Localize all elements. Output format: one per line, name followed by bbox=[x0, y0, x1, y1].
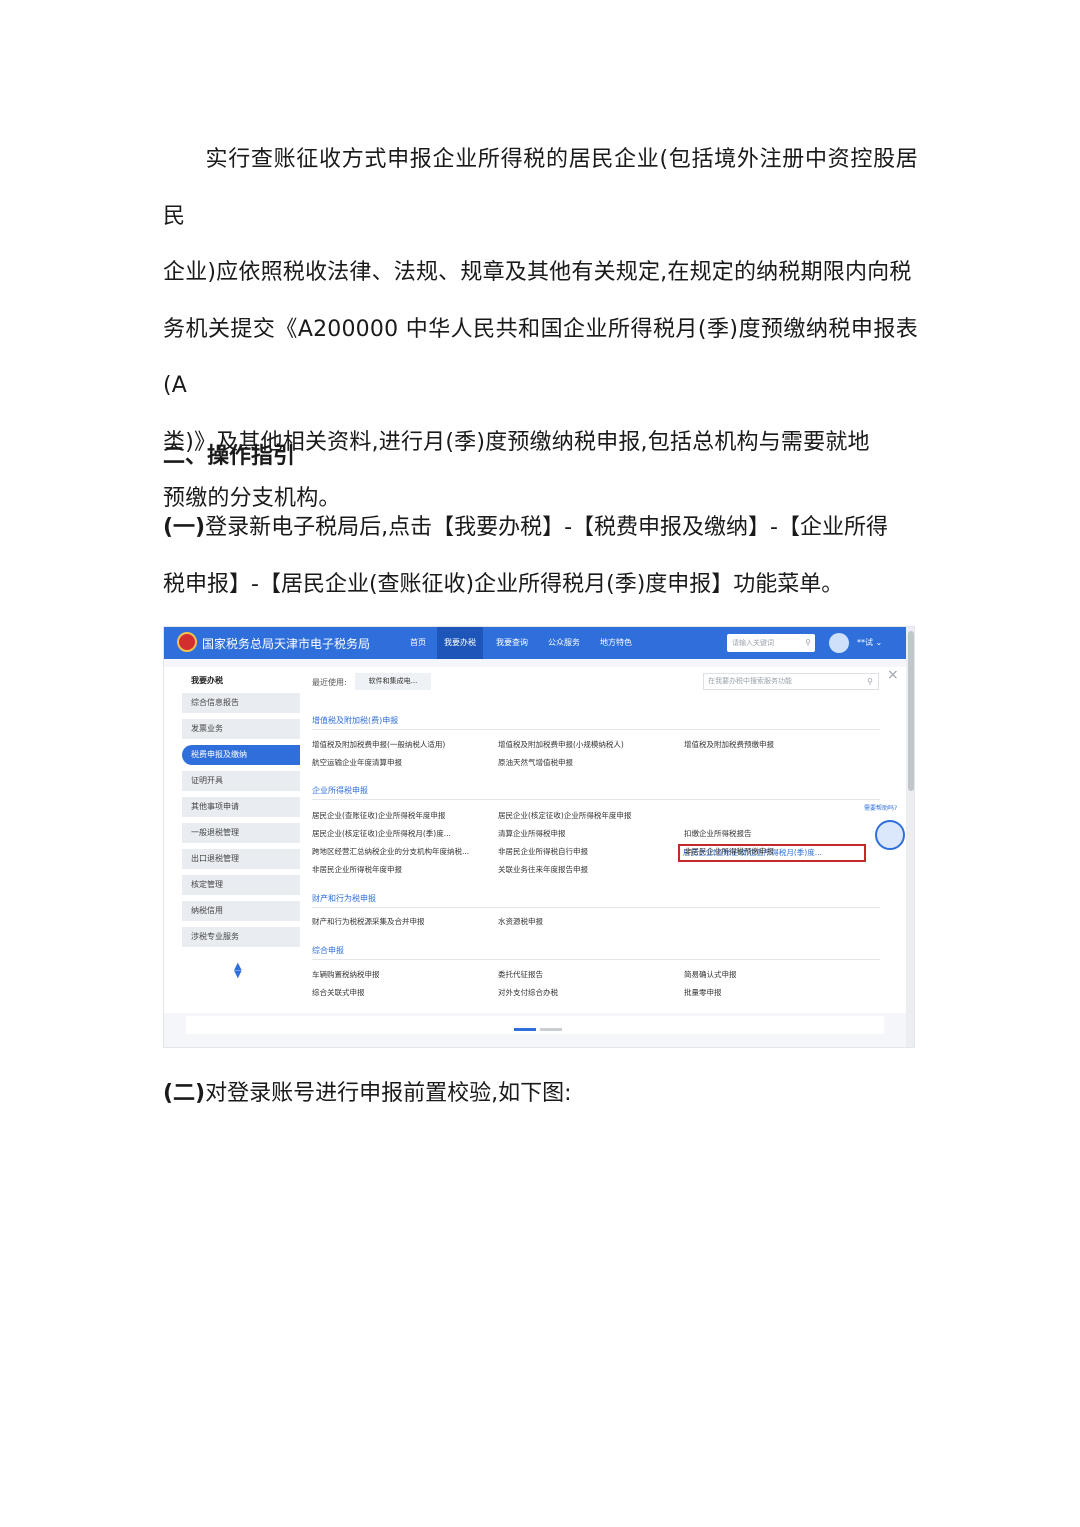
intro-line-2: 企业)应依照税收法律、法规、规章及其他有关规定,在规定的纳税期限内向税 bbox=[163, 260, 912, 285]
help-tip: 需要帮助吗? bbox=[864, 805, 898, 812]
sidebar-scroll-icon[interactable]: ▲ ▼ bbox=[234, 962, 242, 980]
user-name: **试 bbox=[857, 638, 873, 647]
chevron-down-icon: ⌄ bbox=[875, 638, 883, 647]
tax-bureau-emblem-icon bbox=[177, 632, 197, 652]
sidebar-item-professional[interactable]: 涉税专业服务 bbox=[182, 927, 300, 947]
nav-public-service[interactable]: 公众服务 bbox=[541, 627, 587, 659]
step-2-number: (二) bbox=[163, 1081, 206, 1106]
intro-line-1: 实行查账征收方式申报企业所得税的居民企业(包括境外注册中资控股居民 bbox=[163, 147, 918, 229]
step-2: (二)对登录账号进行申报前置校验,如下图: bbox=[163, 1066, 918, 1123]
menu-link[interactable]: 车辆购置税纳税申报 bbox=[312, 969, 380, 980]
menu-link[interactable]: 水资源税申报 bbox=[498, 916, 543, 927]
divider bbox=[312, 799, 880, 800]
user-menu[interactable]: **试 ⌄ bbox=[857, 637, 882, 648]
top-search-input[interactable]: 请输入关键词 ⚲ bbox=[727, 634, 815, 652]
sidebar-item-assessment[interactable]: 核定管理 bbox=[182, 875, 300, 895]
menu-search-input[interactable]: 在我要办税中搜索服务功能 ⚲ bbox=[703, 673, 879, 690]
nav-query[interactable]: 我要查询 bbox=[489, 627, 535, 659]
document-page: 实行查账征收方式申报企业所得税的居民企业(包括境外注册中资控股居民 企业)应依照… bbox=[0, 0, 1080, 1527]
sidebar-item-refund[interactable]: 一般退税管理 bbox=[182, 823, 300, 843]
section-title-vat: 增值税及附加税(费)申报 bbox=[312, 716, 399, 725]
pager-dot-active[interactable] bbox=[514, 1028, 536, 1031]
menu-panel: 最近使用: 软件和集成电... 在我要办税中搜索服务功能 ⚲ × 增值税及附加税… bbox=[300, 667, 906, 1013]
menu-link[interactable]: 非居民企业所得税自行申报 bbox=[498, 846, 588, 857]
step-1-number: (一) bbox=[163, 515, 206, 540]
menu-link[interactable]: 财产和行为税税源采集及合并申报 bbox=[312, 916, 425, 927]
avatar[interactable] bbox=[829, 633, 849, 653]
menu-link[interactable]: 委托代征报告 bbox=[498, 969, 543, 980]
recent-item[interactable]: 软件和集成电... bbox=[355, 673, 431, 690]
menu-link[interactable]: 居民企业(核定征收)企业所得税月(季)度... bbox=[312, 828, 451, 839]
sidebar: 我要办税 综合信息报告 发票业务 税费申报及缴纳 证明开具 其他事项申请 一般退… bbox=[164, 667, 300, 1013]
close-icon[interactable]: × bbox=[887, 667, 899, 683]
nav-home[interactable]: 首页 bbox=[400, 627, 436, 659]
pager-dot[interactable] bbox=[540, 1028, 562, 1031]
sidebar-item-other-request[interactable]: 其他事项申请 bbox=[182, 797, 300, 817]
divider bbox=[312, 729, 880, 730]
search-icon[interactable]: ⚲ bbox=[867, 674, 873, 689]
sidebar-item-info-report[interactable]: 综合信息报告 bbox=[182, 693, 300, 713]
top-nav-bar: 国家税务总局天津市电子税务局 首页 我要办税 我要查询 公众服务 地方特色 请输… bbox=[164, 627, 906, 659]
bottom-strip bbox=[186, 1016, 884, 1034]
divider bbox=[312, 907, 880, 908]
sidebar-item-export-refund[interactable]: 出口退税管理 bbox=[182, 849, 300, 869]
site-title: 国家税务总局天津市电子税务局 bbox=[202, 637, 371, 651]
menu-link[interactable]: 增值税及附加税费申报(一般纳税人适用) bbox=[312, 739, 445, 750]
sidebar-item-certificate[interactable]: 证明开具 bbox=[182, 771, 300, 791]
top-search-placeholder: 请输入关键词 bbox=[732, 639, 774, 647]
section-title-property: 财产和行为税申报 bbox=[312, 894, 376, 903]
section-title-general: 综合申报 bbox=[312, 946, 344, 955]
menu-link[interactable]: 对外支付综合办税 bbox=[498, 987, 558, 998]
nav-do-tax[interactable]: 我要办税 bbox=[437, 627, 483, 659]
sidebar-item-tax-filing[interactable]: 税费申报及缴纳 bbox=[182, 745, 300, 765]
menu-link[interactable]: 扣缴企业所得税报告 bbox=[684, 828, 752, 839]
menu-link[interactable]: 简易确认式申报 bbox=[684, 969, 737, 980]
nav-local-feature[interactable]: 地方特色 bbox=[593, 627, 639, 659]
sidebar-item-invoice[interactable]: 发票业务 bbox=[182, 719, 300, 739]
sidebar-item-credit[interactable]: 纳税信用 bbox=[182, 901, 300, 921]
menu-link[interactable]: 居民企业(查账征收)企业所得税年度申报 bbox=[312, 810, 445, 821]
menu-link[interactable]: 综合关联式申报 bbox=[312, 987, 365, 998]
menu-link[interactable]: 关联业务往来年度报告申报 bbox=[498, 864, 588, 875]
intro-line-3: 务机关提交《A200000 中华人民共和国企业所得税月(季)度预缴纳税申报表(A bbox=[163, 316, 918, 399]
step-2-text: 对登录账号进行申报前置校验,如下图: bbox=[205, 1081, 572, 1106]
sidebar-title: 我要办税 bbox=[191, 676, 223, 685]
recent-label: 最近使用: bbox=[312, 678, 347, 687]
menu-link[interactable]: 航空运输企业年度清算申报 bbox=[312, 757, 402, 768]
section-heading: 二、操作指引 bbox=[163, 444, 296, 469]
menu-link[interactable]: 清算企业所得税申报 bbox=[498, 828, 566, 839]
menu-link[interactable]: 非居民企业所得税预缴申报 bbox=[684, 846, 774, 857]
menu-link[interactable]: 居民企业(核定征收)企业所得税年度申报 bbox=[498, 810, 631, 821]
portal-screenshot: 国家税务总局天津市电子税务局 首页 我要办税 我要查询 公众服务 地方特色 请输… bbox=[163, 626, 915, 1048]
menu-link[interactable]: 非居民企业所得税年度申报 bbox=[312, 864, 402, 875]
menu-link[interactable]: 增值税及附加税费申报(小规模纳税人) bbox=[498, 739, 624, 750]
menu-link[interactable]: 原油天然气增值税申报 bbox=[498, 757, 573, 768]
step-1-line-2: 税申报】-【居民企业(查账征收)企业所得税月(季)度申报】功能菜单。 bbox=[163, 571, 844, 597]
section-title-cit: 企业所得税申报 bbox=[312, 786, 368, 795]
menu-search-placeholder: 在我要办税中搜索服务功能 bbox=[708, 677, 792, 685]
menu-link[interactable]: 批量零申报 bbox=[684, 987, 722, 998]
search-icon[interactable]: ⚲ bbox=[805, 634, 811, 652]
step-1-line-1: 登录新电子税局后,点击【我要办税】-【税费申报及缴纳】-【企业所得 bbox=[205, 515, 888, 540]
menu-link[interactable]: 跨地区经营汇总纳税企业的分支机构年度纳税... bbox=[312, 846, 469, 857]
assistant-robot-icon[interactable] bbox=[875, 820, 905, 850]
menu-link[interactable]: 增值税及附加税费预缴申报 bbox=[684, 739, 774, 750]
scrollbar-thumb[interactable] bbox=[908, 631, 914, 791]
divider bbox=[312, 959, 880, 960]
step-1: (一)登录新电子税局后,点击【我要办税】-【税费申报及缴纳】-【企业所得 税申报… bbox=[163, 500, 918, 613]
